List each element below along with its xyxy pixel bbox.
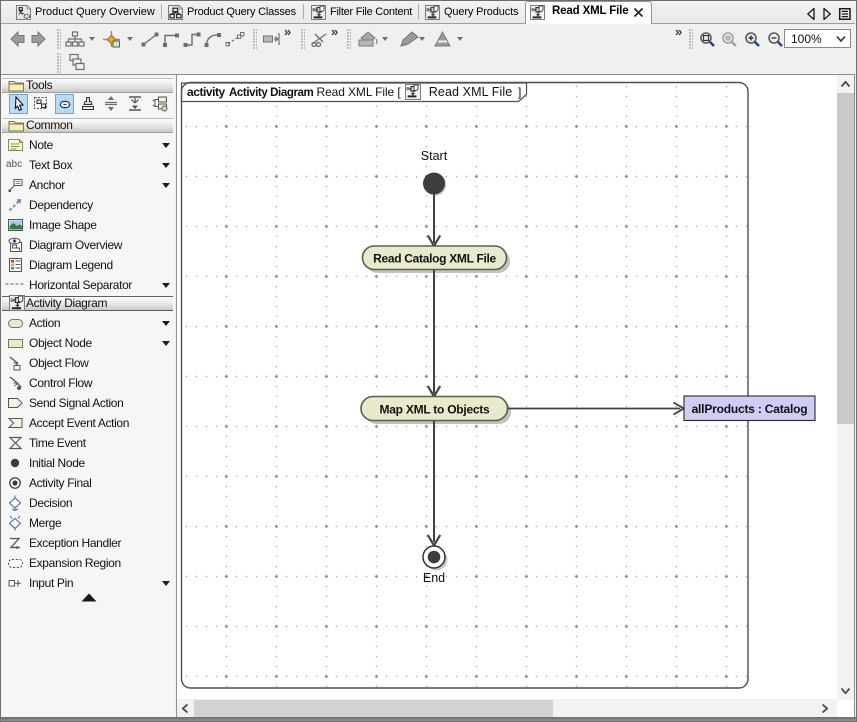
svg-text:]: ] [518, 85, 521, 99]
svg-text:Start: Start [421, 149, 448, 163]
svg-text:Activity Diagram: Activity Diagram [229, 87, 314, 99]
svg-text:activity: activity [187, 85, 226, 99]
svg-text:allProducts : Catalog: allProducts : Catalog [692, 402, 808, 416]
svg-text:Read XML File [: Read XML File [ [317, 85, 402, 99]
svg-text:End: End [423, 571, 445, 585]
svg-text:Read XML File: Read XML File [429, 85, 513, 99]
svg-text:Read Catalog XML File: Read Catalog XML File [373, 252, 496, 266]
svg-text:Map XML to Objects: Map XML to Objects [380, 403, 491, 417]
